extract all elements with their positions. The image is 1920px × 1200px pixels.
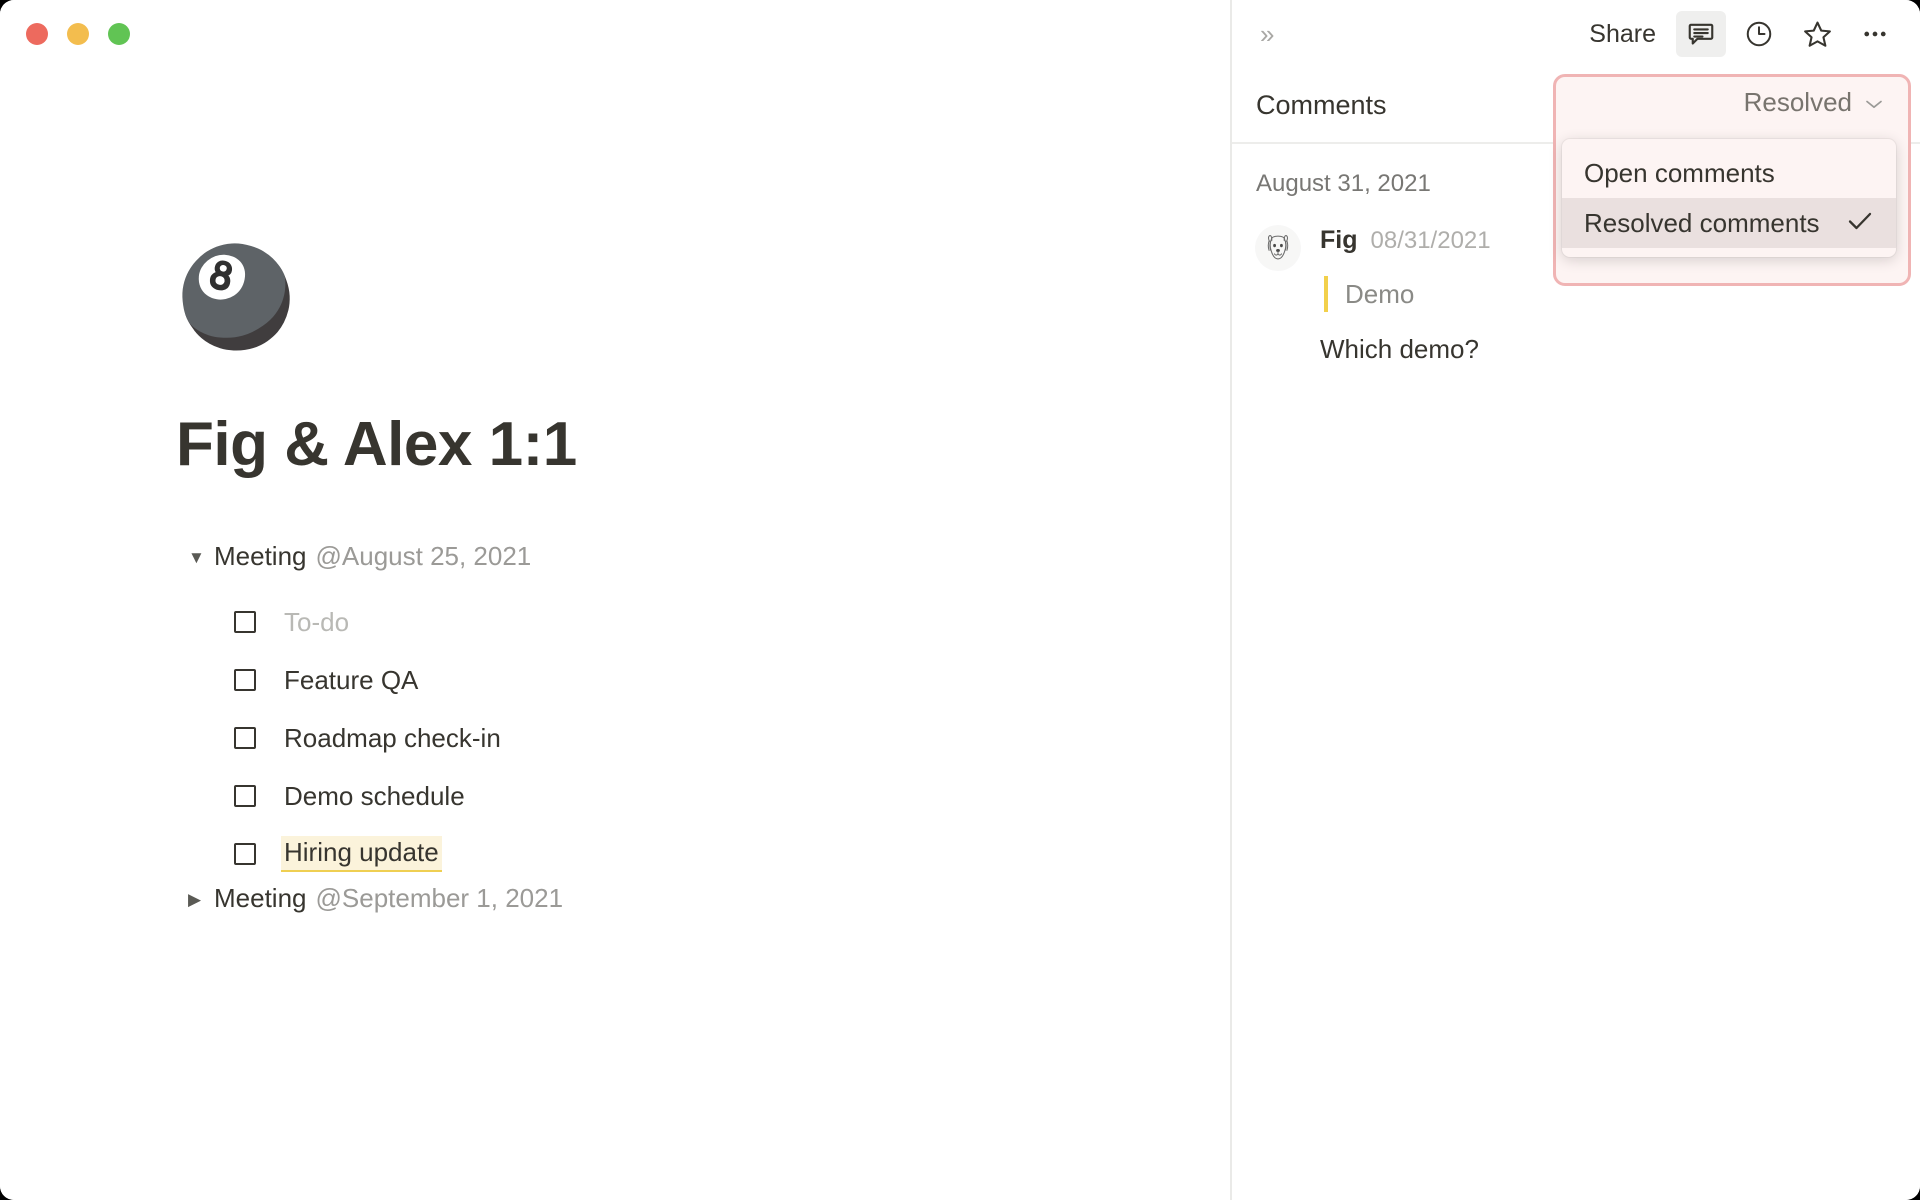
comment-bubble-icon[interactable] xyxy=(1676,11,1726,57)
comments-panel-title: Comments xyxy=(1256,89,1387,120)
window-close-button[interactable] xyxy=(26,23,48,45)
dog-face-avatar[interactable] xyxy=(1256,226,1300,270)
quoted-text: Demo xyxy=(1345,278,1415,309)
toolbar-actions: Share xyxy=(1577,11,1900,57)
todo-item[interactable]: Demo schedule xyxy=(234,767,1076,825)
date-mention[interactable]: @September 1, 2021 xyxy=(316,883,564,914)
todo-item[interactable]: To-do xyxy=(234,593,1076,651)
comment-text[interactable]: Which demo? xyxy=(1320,332,1920,367)
todo-item[interactable]: Roadmap check-in xyxy=(234,709,1076,767)
share-button[interactable]: Share xyxy=(1577,14,1668,55)
favorite-star-icon[interactable] xyxy=(1792,11,1842,57)
comment-timestamp: 08/31/2021 xyxy=(1370,227,1491,254)
toggle-label: Meeting xyxy=(214,883,307,914)
toggle-block-meeting-sep1[interactable]: Meeting @September 1, 2021 xyxy=(188,883,1076,935)
menu-item-resolved-comments[interactable]: Resolved comments xyxy=(1562,198,1896,248)
todo-label[interactable]: Roadmap check-in xyxy=(281,722,504,755)
window-controls xyxy=(26,23,130,45)
window-maximize-button[interactable] xyxy=(108,23,130,45)
date-mention[interactable]: @August 25, 2021 xyxy=(316,541,532,572)
todo-checkbox[interactable] xyxy=(234,843,256,866)
toggle-label: Meeting xyxy=(214,541,307,572)
page-title[interactable]: Fig & Alex 1:1 xyxy=(176,410,1076,479)
todo-label[interactable]: Demo schedule xyxy=(281,780,468,813)
chevron-down-icon xyxy=(1864,94,1884,114)
more-options-icon[interactable] xyxy=(1850,11,1900,57)
check-icon xyxy=(1846,210,1874,237)
todo-item[interactable]: Feature QA xyxy=(234,651,1076,709)
document-outline: Meeting @August 25, 2021 To-do Feature Q… xyxy=(176,541,1076,935)
comment-author[interactable]: Fig xyxy=(1320,226,1358,255)
comments-filter-value: Resolved xyxy=(1743,87,1852,117)
pool-8-ball-icon[interactable]: 🎱 xyxy=(176,250,1076,360)
comments-filter-dropdown-trigger[interactable]: Resolved xyxy=(1742,83,1886,122)
todo-label[interactable]: Feature QA xyxy=(281,664,421,697)
menu-item-label: Open comments xyxy=(1584,157,1775,188)
pane-divider xyxy=(1230,0,1232,1200)
todo-label-highlighted[interactable]: Hiring update xyxy=(281,836,442,873)
top-toolbar: » Share xyxy=(1232,0,1920,68)
menu-item-label: Resolved comments xyxy=(1584,207,1820,238)
expand-panel-icon[interactable]: » xyxy=(1256,17,1275,51)
todo-checkbox[interactable] xyxy=(234,669,256,692)
toggle-arrow-right-icon[interactable] xyxy=(188,891,214,908)
comments-list: August 31, 2021 Fig 08/31/2021 Demo Whic… xyxy=(1232,142,1920,1200)
comments-filter-menu: Open comments Resolved comments xyxy=(1562,139,1896,257)
app-window: 🎱 Fig & Alex 1:1 Meeting @August 25, 202… xyxy=(0,0,1920,1200)
toggle-block-meeting-aug25[interactable]: Meeting @August 25, 2021 xyxy=(188,541,1076,593)
menu-item-open-comments[interactable]: Open comments xyxy=(1562,148,1896,198)
history-clock-icon[interactable] xyxy=(1734,11,1784,57)
todo-item-commented[interactable]: Hiring update xyxy=(234,825,1076,883)
toggle-arrow-down-icon[interactable] xyxy=(188,549,214,566)
todo-checkbox[interactable] xyxy=(234,611,256,634)
todo-checkbox[interactable] xyxy=(234,727,256,750)
window-minimize-button[interactable] xyxy=(67,23,89,45)
document-body: 🎱 Fig & Alex 1:1 Meeting @August 25, 202… xyxy=(176,250,1076,935)
todo-checkbox[interactable] xyxy=(234,785,256,808)
todo-label[interactable]: To-do xyxy=(281,606,352,639)
document-pane: 🎱 Fig & Alex 1:1 Meeting @August 25, 202… xyxy=(0,0,1230,1200)
